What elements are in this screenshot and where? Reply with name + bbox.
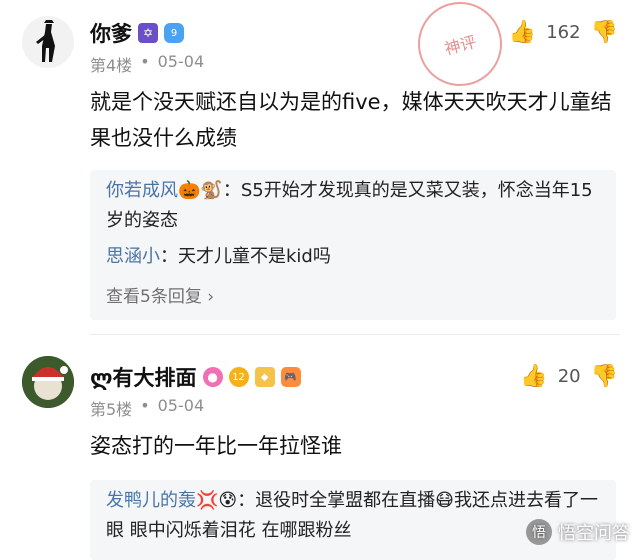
like-count: 20 [557, 366, 581, 387]
comment-date: 05-04 [157, 396, 205, 415]
reply-emoji: 🎃🐒 [178, 180, 223, 201]
wukong-logo-icon: 悟 [526, 519, 552, 545]
floor-number: 第5楼 [90, 400, 133, 419]
reply-box: 你若成风🎃🐒：S5开始才发现真的是又菜又装，怀念当年15岁的姿态 思涵小：天才儿… [90, 170, 616, 320]
reply-author[interactable]: 你若成风 [106, 180, 178, 201]
diamond-icon: ◆ [254, 367, 275, 387]
floor-number: 第4楼 [90, 56, 133, 75]
avatar[interactable] [22, 16, 74, 68]
stamp-label: 神评 [442, 32, 479, 59]
comment-meta: 第5楼 • 05-04 [90, 396, 204, 420]
gamepad-icon: 🎮 [280, 367, 301, 387]
lollipop-icon: ● [202, 367, 223, 387]
comment-date: 05-04 [157, 52, 205, 71]
diamond-9-icon: 9 [164, 23, 184, 43]
separator-dot: • [140, 52, 150, 71]
reply-emoji: 💢😰 [196, 490, 238, 511]
thumb-up-icon[interactable]: 👍 [509, 20, 536, 45]
comment-item: 你爹 ✡ 9 第4楼 • 05-04 神评 👍 162 👎 就是个没天赋还自以为… [0, 0, 640, 330]
username-row: ლ有大排面 ● 12 ◆ 🎮 [90, 362, 301, 392]
thumb-up-icon[interactable]: 👍 [520, 364, 547, 389]
reply-author[interactable]: 发鸭儿的轰 [106, 490, 196, 511]
featured-stamp-icon: 神评 [408, 0, 512, 96]
watermark: 悟 悟空问答 [526, 519, 630, 545]
watermark-text: 悟空问答 [558, 523, 630, 544]
username[interactable]: 你爹 [90, 18, 132, 48]
comment-meta: 第4楼 • 05-04 [90, 52, 204, 76]
comment-item: ლ有大排面 ● 12 ◆ 🎮 第5楼 • 05-04 👍 20 👎 姿态打的一年… [0, 340, 640, 560]
username-row: 你爹 ✡ 9 [90, 18, 184, 48]
reply-text: ：天才儿童不是kid吗 [160, 246, 331, 267]
star-of-david-icon: ✡ [138, 23, 158, 43]
divider [90, 334, 620, 335]
vote-bar: 👍 162 👎 [509, 20, 618, 45]
username[interactable]: ლ有大排面 [90, 362, 197, 392]
reply-item[interactable]: 你若成风🎃🐒：S5开始才发现真的是又菜又装，怀念当年15岁的姿态 [106, 176, 600, 236]
reply-item[interactable]: 思涵小：天才儿童不是kid吗 [106, 242, 600, 272]
level-12-icon: 12 [228, 367, 249, 387]
thumb-down-icon[interactable]: 👎 [591, 364, 618, 389]
thumb-down-icon[interactable]: 👎 [591, 20, 618, 45]
like-count: 162 [546, 22, 581, 43]
vote-bar: 👍 20 👎 [520, 364, 618, 389]
view-more-replies-link[interactable]: 查看5条回复 › [106, 282, 214, 307]
reply-author[interactable]: 思涵小 [106, 246, 160, 267]
separator-dot: • [140, 396, 150, 415]
avatar[interactable] [22, 356, 74, 408]
comment-body: 就是个没天赋还自以为是的five，媒体天天吹天才儿童结果也没什么成绩 [90, 90, 612, 150]
comment-body: 姿态打的一年比一年拉怪谁 [90, 434, 342, 458]
